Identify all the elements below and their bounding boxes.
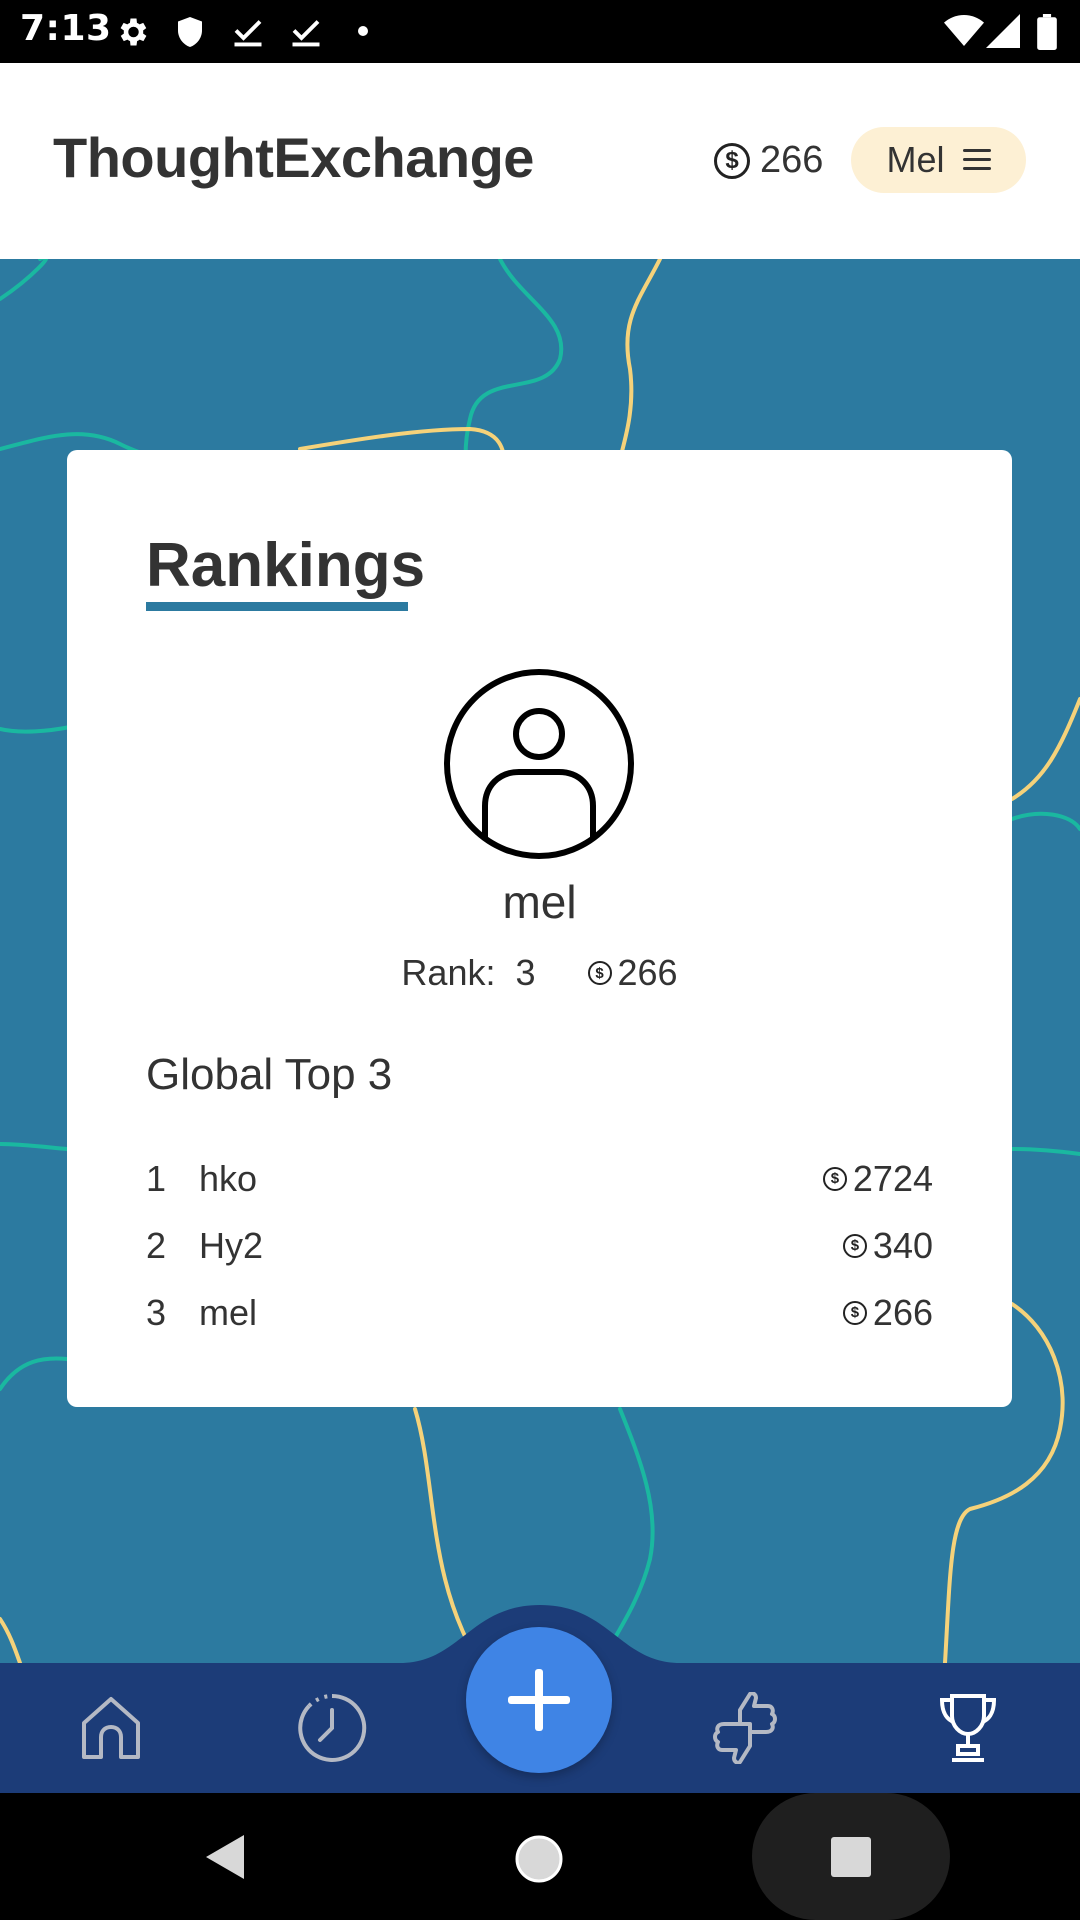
nav-rankings-button[interactable] [928, 1688, 1008, 1768]
thumbs-vote-icon [713, 1692, 777, 1764]
rank-summary: Rank: 3 $ 266 [67, 952, 1012, 994]
signal-icon [986, 14, 1020, 48]
leader-score: $ 266 [842, 1291, 933, 1334]
coin-balance: $ 266 [714, 139, 823, 182]
leader-score-value: 340 [872, 1224, 933, 1266]
app-header: ThoughtExchange $ 266 Mel [0, 63, 1080, 259]
leader-score: $ 2724 [822, 1157, 933, 1200]
rankings-card: Rankings mel Rank: 3 $ 266 Global Top 3 … [67, 450, 1012, 1407]
avatar-icon [444, 669, 634, 859]
nav-history-button[interactable] [292, 1688, 372, 1768]
leader-score: $ 340 [842, 1224, 933, 1267]
leaderboard-list: 1 hko $ 2724 2 Hy2 $ 340 3 mel $ 266 [146, 1145, 933, 1346]
leader-position: 2 [146, 1224, 167, 1266]
home-circle-icon [515, 1835, 563, 1883]
leader-name: mel [199, 1291, 258, 1333]
add-thought-button[interactable] [466, 1627, 612, 1773]
nav-vote-button[interactable] [706, 1688, 786, 1768]
leaderboard-row: 3 mel $ 266 [146, 1279, 933, 1346]
trophy-icon [939, 1694, 997, 1762]
check-download-icon [292, 20, 320, 47]
leader-position: 3 [146, 1291, 167, 1333]
profile-name: mel [502, 876, 577, 928]
coin-balance-value: 266 [760, 139, 824, 181]
shield-icon [178, 17, 202, 47]
gear-icon [120, 18, 147, 46]
user-coins: 266 [617, 952, 678, 993]
battery-icon [1037, 14, 1057, 50]
leader-position: 1 [146, 1157, 167, 1199]
user-menu-button[interactable]: Mel [851, 127, 1026, 193]
title-underline [146, 602, 408, 611]
nav-home-button[interactable] [71, 1688, 151, 1768]
history-clock-icon [298, 1693, 367, 1762]
leaderboard-row: 2 Hy2 $ 340 [146, 1212, 933, 1279]
coin-icon: $ [842, 1233, 867, 1258]
leaderboard-row: 1 hko $ 2724 [146, 1145, 933, 1212]
wifi-icon [944, 15, 984, 46]
add-icon [508, 1669, 570, 1731]
section-title: Global Top 3 [146, 1050, 393, 1099]
page-title: Rankings [146, 531, 426, 600]
coin-icon: $ [714, 142, 750, 179]
check-download-icon [234, 20, 262, 47]
coin-icon: $ [842, 1300, 867, 1325]
coin-icon: $ [822, 1166, 847, 1191]
system-back-button[interactable] [200, 1830, 250, 1884]
leader-score-value: 266 [872, 1291, 933, 1333]
home-icon [82, 1697, 140, 1759]
leader-score-value: 2724 [852, 1157, 933, 1199]
user-menu-label: Mel [886, 139, 945, 180]
status-bar: 7:13 [0, 0, 1080, 63]
notification-dot-icon [358, 26, 368, 36]
hamburger-menu-icon [962, 149, 991, 171]
rank-value: 3 [515, 952, 536, 993]
system-recents-button[interactable] [752, 1793, 950, 1920]
back-triangle-icon [206, 1835, 244, 1879]
leader-name: hko [199, 1157, 258, 1199]
status-time: 7:13 [20, 8, 112, 49]
app-title: ThoughtExchange [53, 126, 534, 189]
leader-name: Hy2 [199, 1224, 264, 1266]
rank-label: Rank: [401, 952, 496, 993]
recents-square-icon [831, 1836, 871, 1877]
system-home-button[interactable] [512, 1832, 566, 1886]
coin-icon: $ [587, 961, 612, 985]
